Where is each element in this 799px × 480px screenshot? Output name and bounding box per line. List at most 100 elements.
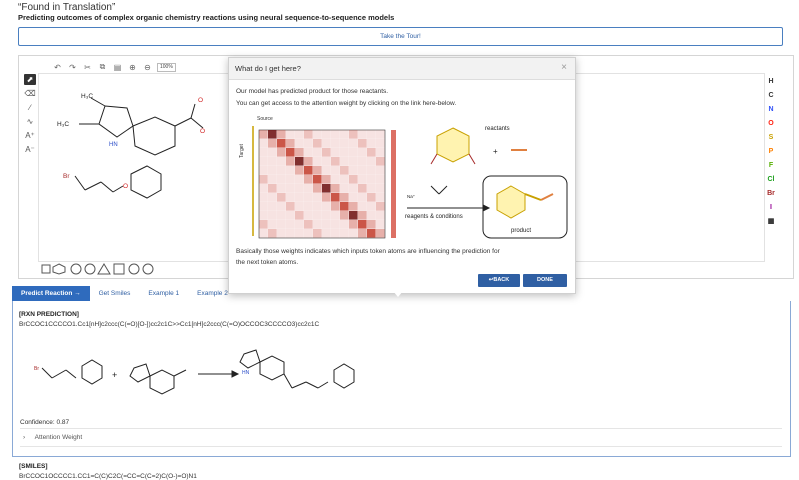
rxn-smiles: BrCCOC1CCCCO1.Cc1[nH]c2ccc(C(=O)[O-])cc2…: [19, 321, 320, 328]
zoom-out-icon[interactable]: ⊖: [142, 62, 153, 72]
heatmap-cell: [376, 139, 385, 148]
heatmap-cell: [331, 157, 340, 166]
heatmap-cell: [304, 193, 313, 202]
heatmap-cell: [277, 175, 286, 184]
heatmap-cell: [259, 148, 268, 157]
heatmap-cell: [331, 139, 340, 148]
heatmap-cell: [331, 202, 340, 211]
modal-text-4: the next token atoms.: [236, 259, 299, 266]
heatmap-cell: [295, 211, 304, 220]
copy-icon[interactable]: ⧉: [97, 62, 108, 72]
cut-icon[interactable]: ✂: [82, 62, 93, 72]
heatmap-cell: [322, 157, 331, 166]
heatmap-cell: [376, 157, 385, 166]
left-toolbar: ⬈ ⌫ ∕ ∿ A⁺ A⁻: [24, 74, 38, 155]
atom-br[interactable]: Br: [767, 188, 775, 199]
heatmap-cell: [286, 211, 295, 220]
heatmap-cell: [268, 166, 277, 175]
heatmap-cell: [259, 157, 268, 166]
atom-n[interactable]: N: [768, 104, 773, 115]
ring-templates[interactable]: [40, 263, 158, 275]
chain-tool-icon[interactable]: ∿: [24, 116, 36, 127]
atom-o[interactable]: O: [768, 118, 773, 129]
svg-text:+: +: [493, 147, 498, 156]
heatmap-cell: [295, 202, 304, 211]
select-tool-icon[interactable]: ⬈: [24, 74, 36, 85]
tab-get-smiles[interactable]: Get Smiles: [90, 286, 140, 301]
heatmap-cell: [304, 148, 313, 157]
heatmap-cell: [259, 211, 268, 220]
ring-template-icon: [84, 263, 96, 275]
heatmap-cell: [322, 148, 331, 157]
eraser-icon[interactable]: ⌫: [24, 88, 36, 99]
heatmap-cell: [331, 184, 340, 193]
atom-c[interactable]: C: [768, 90, 773, 101]
heatmap-cell: [304, 130, 313, 139]
heatmap-cell: [376, 148, 385, 157]
heatmap-cell: [340, 193, 349, 202]
zoom-select[interactable]: 100%: [157, 62, 176, 72]
heatmap-cell: [349, 184, 358, 193]
atom-cl[interactable]: Cl: [768, 174, 775, 185]
bond-tool-icon[interactable]: ∕: [24, 102, 36, 113]
cycloheptane-icon: [128, 263, 140, 275]
heatmap-cell: [376, 175, 385, 184]
charge-plus-icon[interactable]: A⁺: [24, 130, 36, 141]
heatmap-cell: [259, 184, 268, 193]
heatmap-cell: [322, 229, 331, 238]
heatmap-cell: [322, 184, 331, 193]
heatmap-cell: [340, 139, 349, 148]
tab-example-1[interactable]: Example 1: [139, 286, 188, 301]
heatmap-cell: [268, 184, 277, 193]
cyclopropane-icon: [97, 263, 111, 275]
heatmap-cell: [358, 175, 367, 184]
heatmap-cell: [304, 184, 313, 193]
heatmap-cell: [367, 184, 376, 193]
atom-f[interactable]: F: [769, 160, 773, 171]
chevron-right-icon: ›: [23, 434, 26, 441]
heatmap-cell: [331, 166, 340, 175]
heatmap-cell: [340, 166, 349, 175]
heatmap-cell: [277, 211, 286, 220]
heatmap-cell: [340, 202, 349, 211]
reaction-depiction: Br + HN: [34, 349, 355, 395]
heatmap-cell: [367, 175, 376, 184]
heatmap-cell: [259, 130, 268, 139]
paste-icon[interactable]: ▤: [112, 62, 123, 72]
heatmap-cell: [367, 229, 376, 238]
atom-s[interactable]: S: [769, 132, 774, 143]
heatmap-cell: [358, 193, 367, 202]
atom-h[interactable]: H: [768, 76, 773, 87]
heatmap-cell: [277, 229, 286, 238]
atom-p[interactable]: P: [769, 146, 774, 157]
modal-title: What do I get here?: [235, 64, 301, 73]
heatmap-cell: [286, 184, 295, 193]
attention-weight-expander[interactable]: › Attention Weight: [20, 428, 782, 447]
redo-icon[interactable]: ↷: [67, 62, 78, 72]
heatmap-cell: [331, 148, 340, 157]
heatmap-cell: [286, 175, 295, 184]
fig-product-label: product: [511, 228, 531, 234]
heatmap-cell: [349, 166, 358, 175]
heatmap-cell: [340, 211, 349, 220]
smiles-text: BrCCOC1OCCCC1.CC1=C(C)C2C(=CC=C(C=2)C(O-…: [19, 473, 197, 480]
tab-predict-reaction[interactable]: Predict Reaction →: [12, 286, 90, 301]
charge-minus-icon[interactable]: A⁻: [24, 144, 36, 155]
modal-text-2: You can get access to the attention weig…: [236, 100, 457, 107]
confidence-text: Confidence: 0.87: [20, 419, 70, 426]
atom-i[interactable]: I: [770, 202, 772, 213]
heatmap-cell: [358, 184, 367, 193]
undo-icon[interactable]: ↶: [52, 62, 63, 72]
close-icon[interactable]: ×: [561, 62, 567, 73]
fig-reactants-label: reactants: [485, 126, 510, 132]
zoom-in-icon[interactable]: ⊕: [127, 62, 138, 72]
editor-molecules[interactable]: H₃C H₃C HN O O⁻ Br O: [45, 80, 205, 230]
periodic-table-icon[interactable]: ▦: [768, 216, 775, 227]
heatmap-cell: [367, 220, 376, 229]
take-tour-button[interactable]: Take the Tour!: [18, 27, 783, 46]
heatmap-cell: [313, 148, 322, 157]
done-button[interactable]: DONE: [523, 274, 567, 287]
back-button[interactable]: ↩BACK: [478, 274, 520, 287]
heatmap-cell: [286, 166, 295, 175]
label-ch3-a: H₃C: [81, 93, 93, 100]
